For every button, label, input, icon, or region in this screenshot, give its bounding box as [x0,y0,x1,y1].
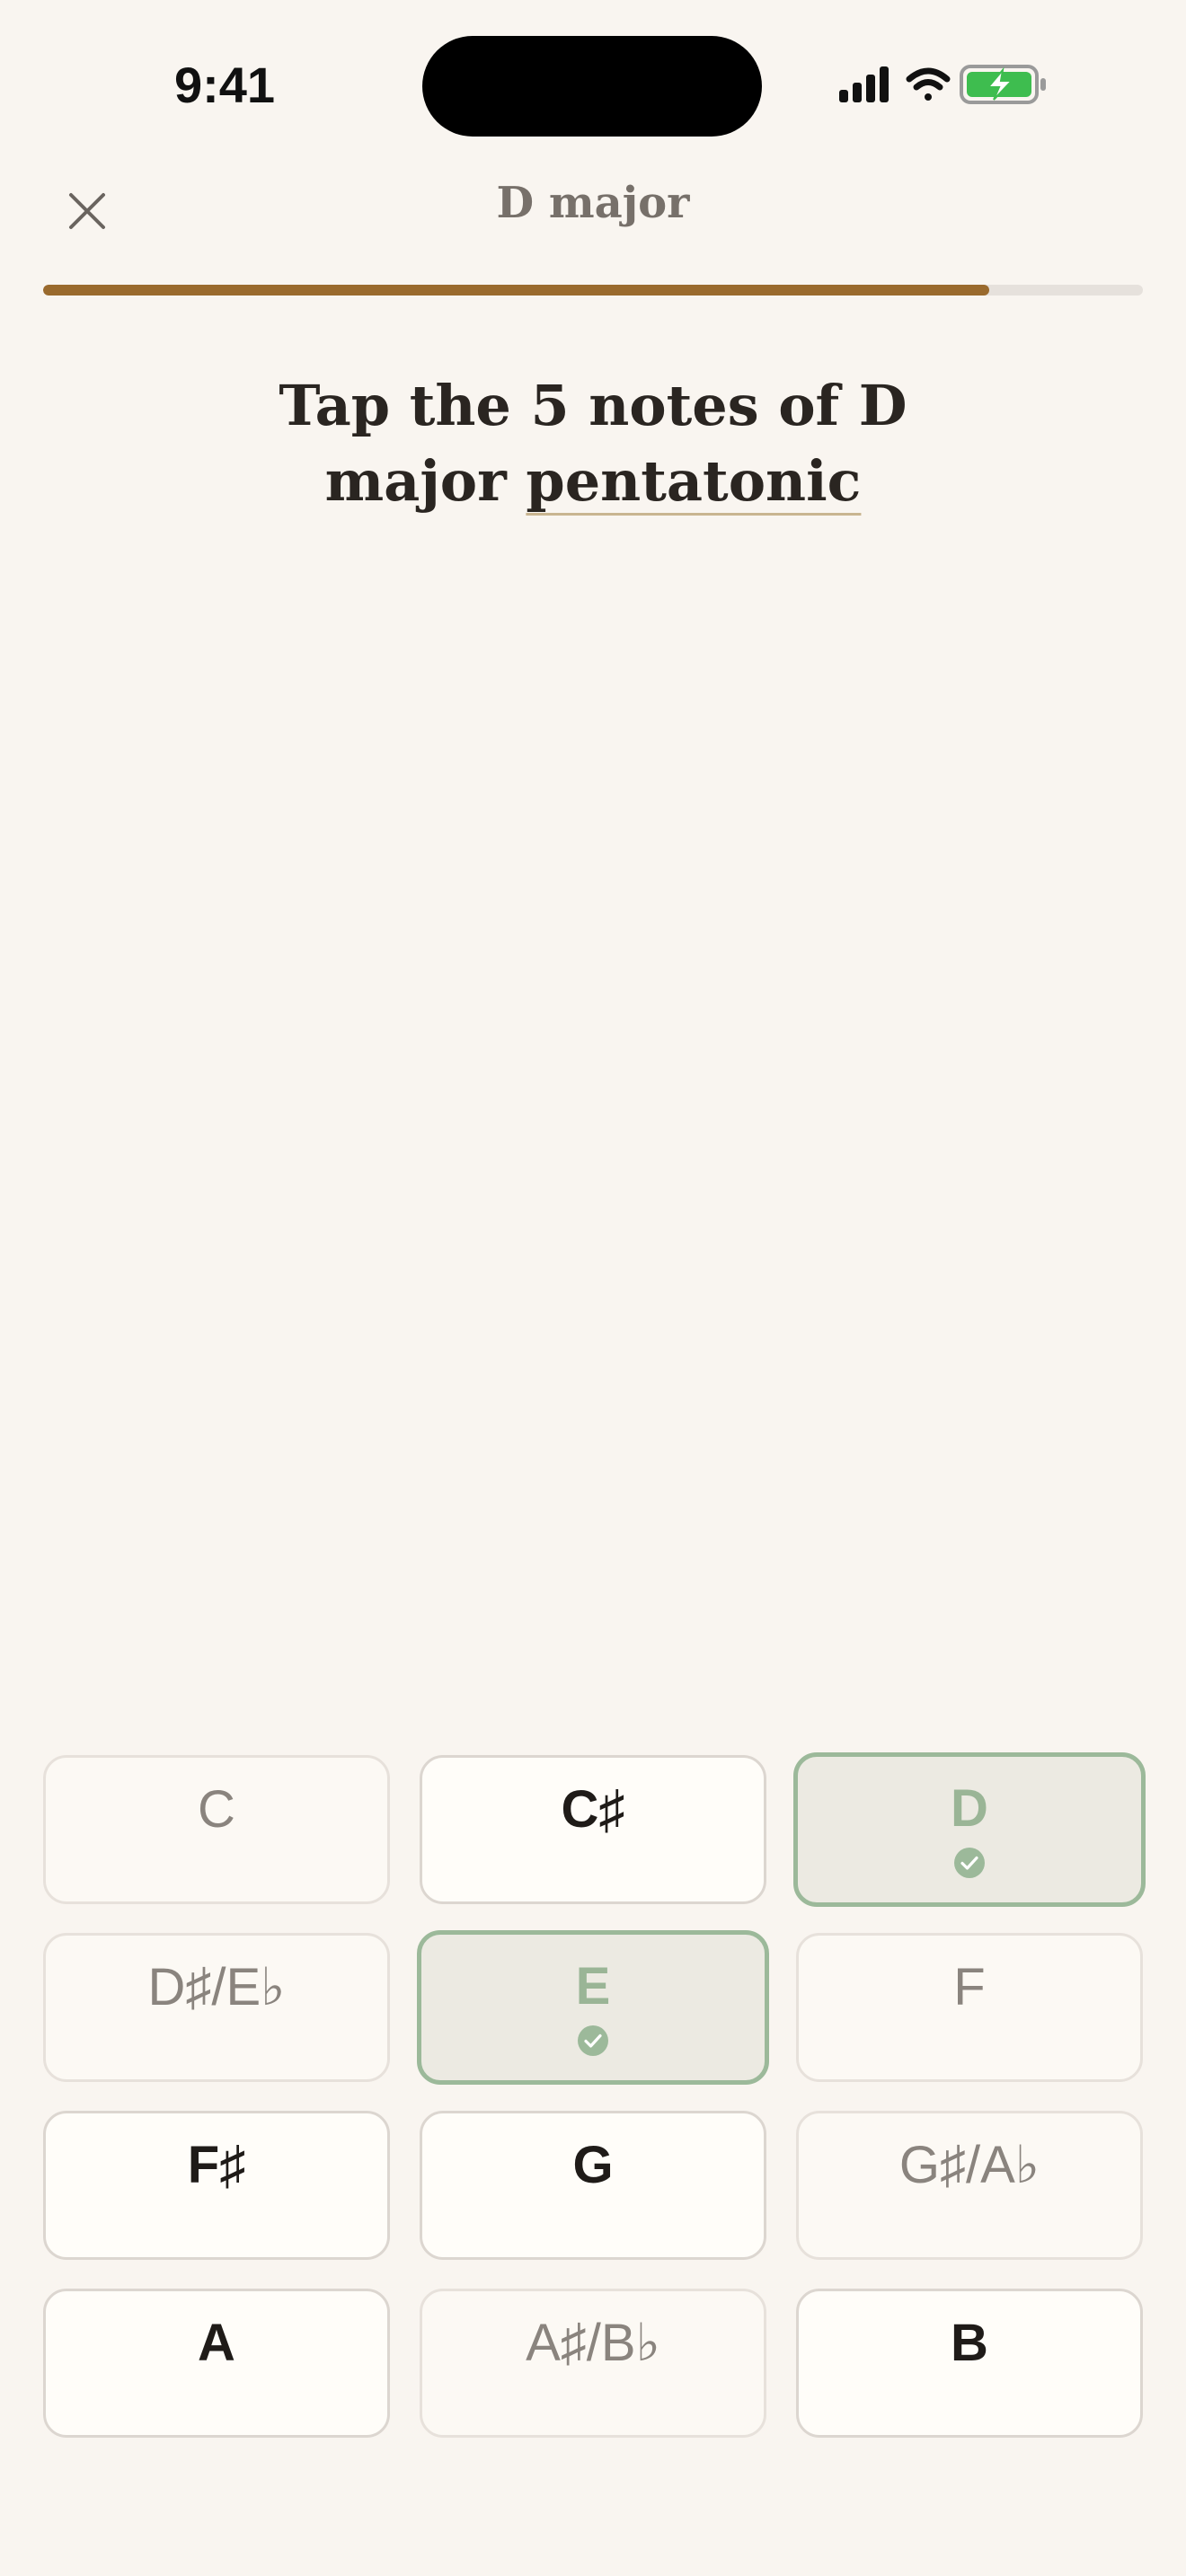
check-circle-icon [954,1848,985,1878]
status-bar: 9:41 [0,0,1186,171]
note-label: D [951,1779,988,1838]
note-button[interactable]: G [420,2111,766,2260]
note-label: A♯/B♭ [526,2314,660,2372]
note-grid: C C♯ D D♯/E♭ E F F♯ G G♯/A♭ A A♯/B♭ B [43,1752,1146,2438]
status-icons [839,65,1046,104]
note-button[interactable]: E [417,1930,769,2085]
battery-charging-icon [960,65,1046,104]
question-prompt: Tap the 5 notes of D major pentatonic [234,368,952,519]
note-label: D♯/E♭ [147,1958,286,2016]
note-label: F♯ [187,2136,246,2194]
note-button[interactable]: C♯ [420,1755,766,1904]
close-button[interactable] [47,171,128,251]
note-button[interactable]: G♯/A♭ [796,2111,1143,2260]
header: D major [0,171,1186,260]
page-title: D major [496,178,690,228]
close-icon [69,193,105,229]
note-button[interactable]: A [43,2289,390,2438]
wifi-icon [906,67,951,101]
note-label: E [575,1957,611,2016]
note-label: A [198,2314,235,2372]
note-button[interactable]: F [796,1933,1143,2082]
note-label: C [198,1780,235,1839]
cellular-signal-icon [839,66,889,102]
status-time: 9:41 [173,57,276,113]
note-button[interactable]: A♯/B♭ [420,2289,766,2438]
note-label: C♯ [561,1780,625,1839]
note-button[interactable]: C [43,1755,390,1904]
note-label: B [951,2314,988,2372]
check-circle-icon [578,2025,608,2056]
note-button[interactable]: D [793,1752,1146,1907]
note-label: G [572,2136,614,2194]
note-button[interactable]: F♯ [43,2111,390,2260]
note-label: F [953,1958,986,2016]
note-button[interactable]: D♯/E♭ [43,1933,390,2082]
progress-fill [43,285,989,296]
dynamic-island [422,36,762,137]
note-button[interactable]: B [796,2289,1143,2438]
glossary-term-pentatonic[interactable]: pentatonic [526,448,861,514]
note-label: G♯/A♭ [898,2136,1040,2194]
progress-bar [43,285,1143,296]
